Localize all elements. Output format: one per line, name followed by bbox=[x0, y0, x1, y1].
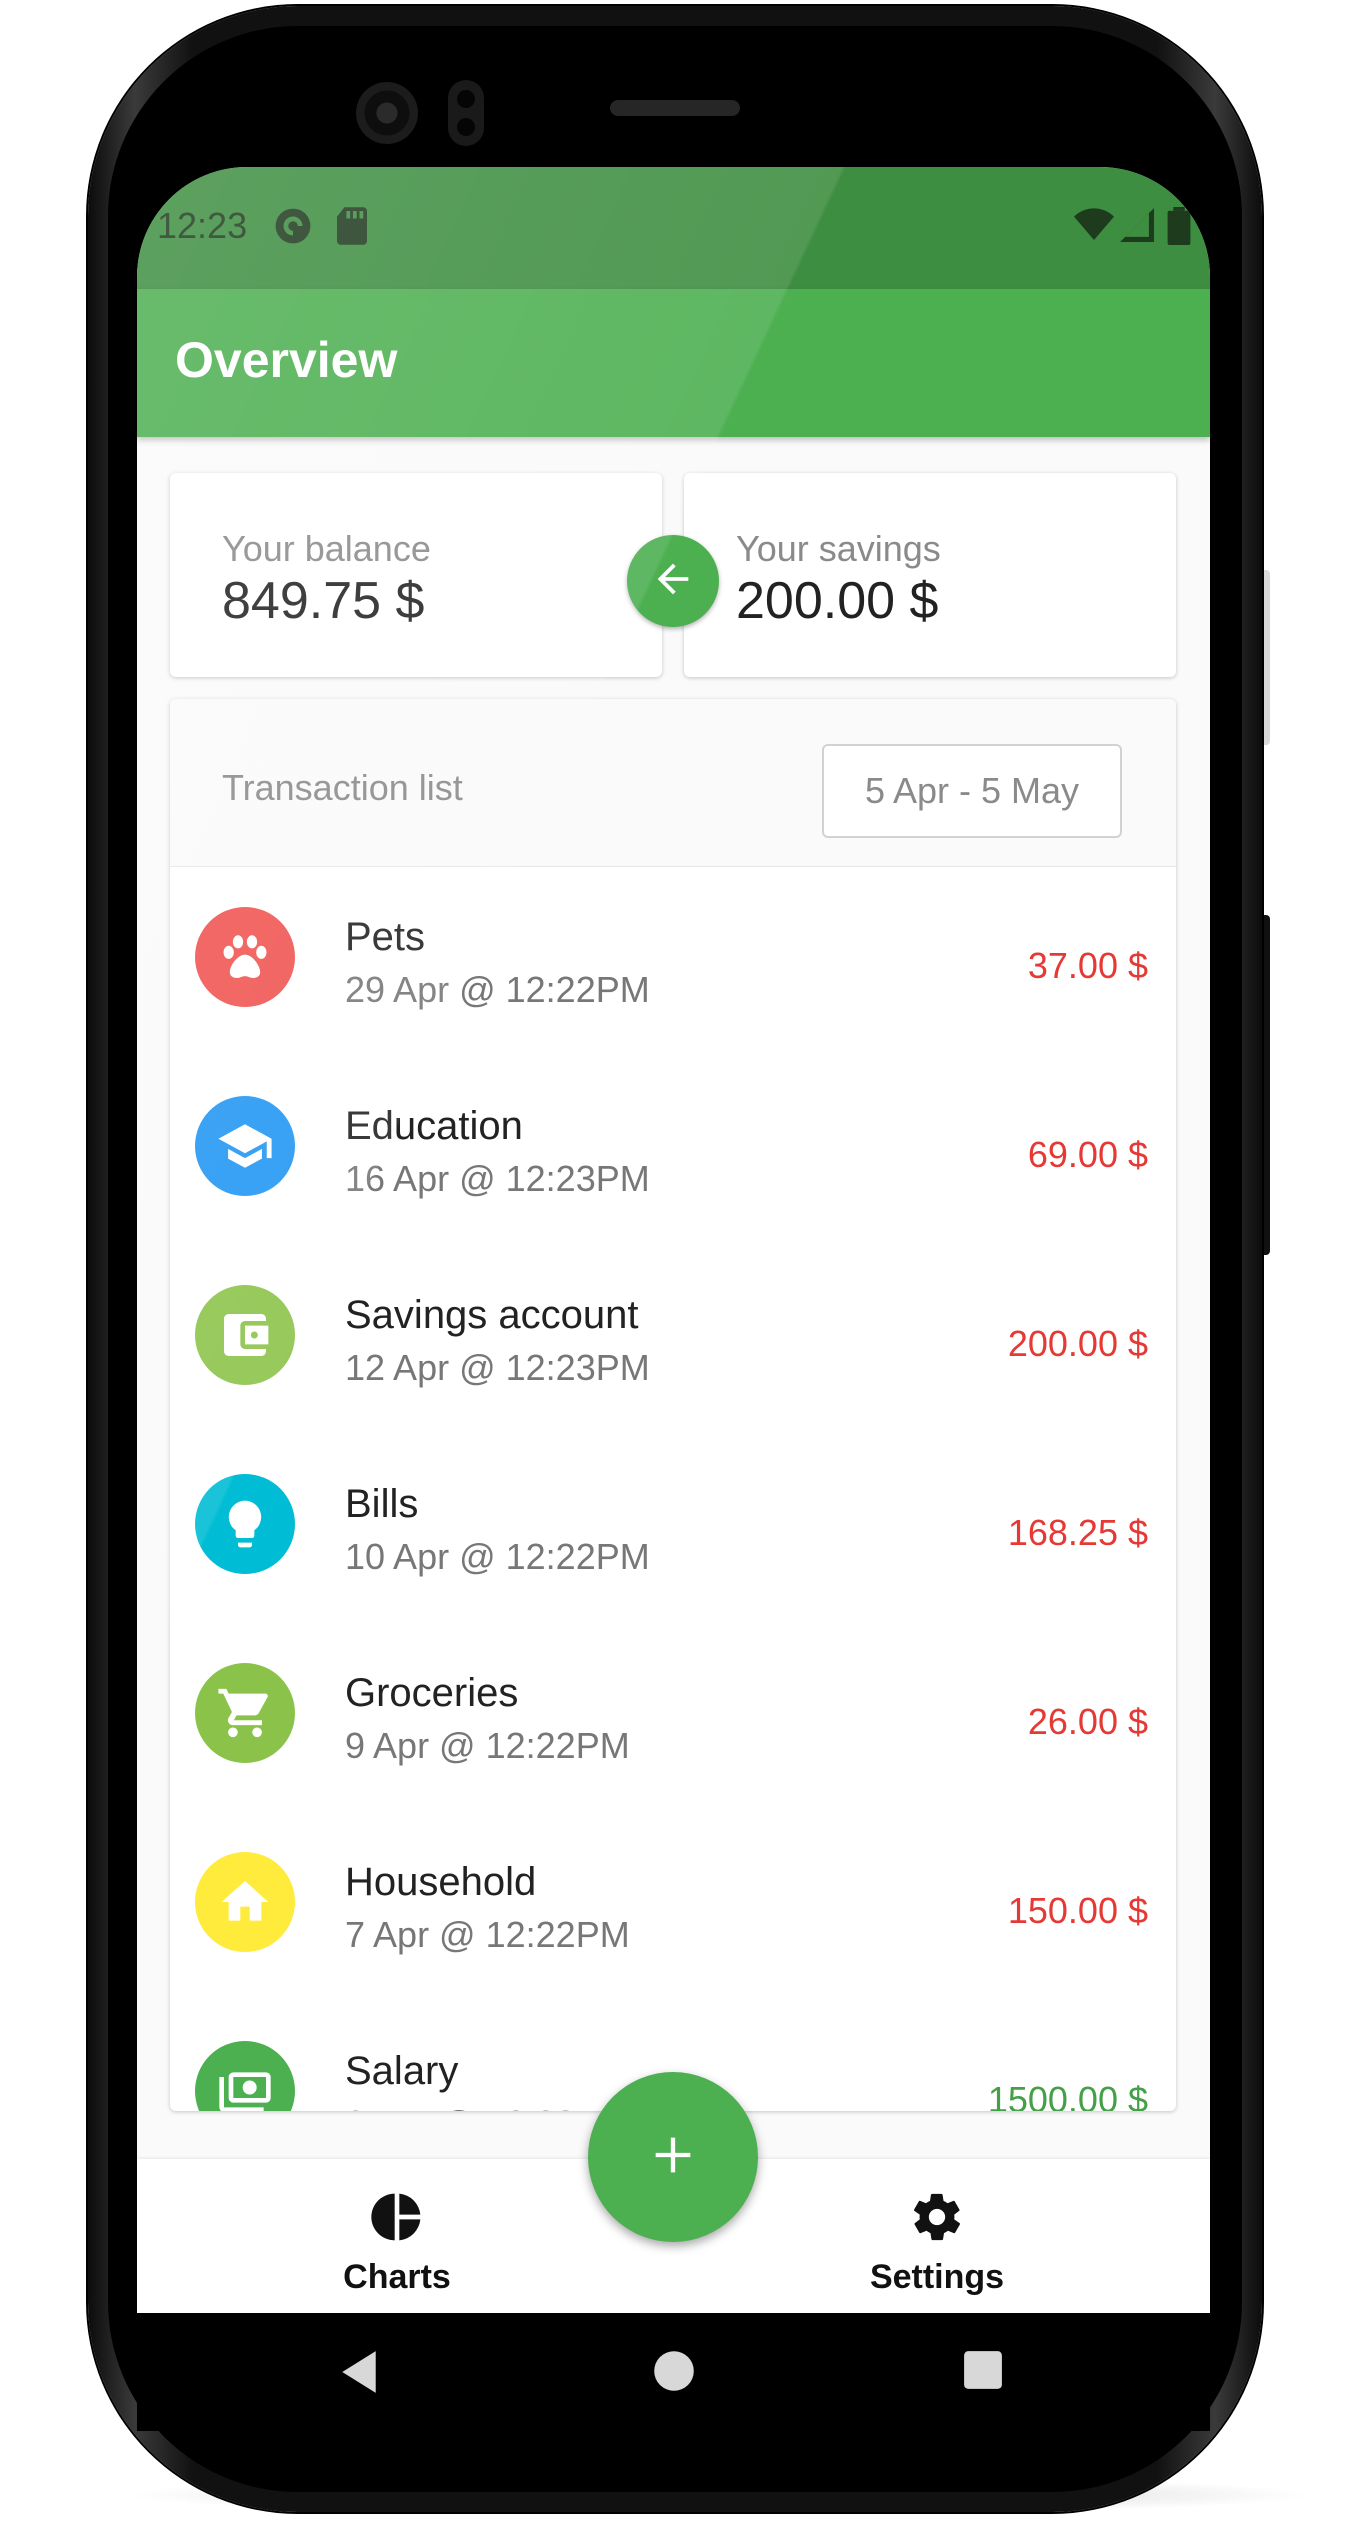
transaction-row-household[interactable]: Household 7 Apr @ 12:22PM 150.00 $ bbox=[170, 1812, 1176, 2001]
back-icon[interactable] bbox=[337, 2349, 381, 2400]
transaction-name: Education bbox=[345, 1104, 523, 1148]
transaction-amount: 1500.00 $ bbox=[987, 2079, 1148, 2111]
cart-icon bbox=[195, 1663, 295, 1763]
page-title: Overview bbox=[175, 332, 398, 388]
transaction-name: Household bbox=[345, 1860, 537, 1904]
add-transaction-button[interactable] bbox=[588, 2072, 758, 2242]
transaction-amount: 200.00 $ bbox=[1007, 1323, 1148, 1364]
app-screen: 12:23 Overview Your balance 849.75 $ You… bbox=[137, 167, 1210, 2313]
signal-icon bbox=[1120, 207, 1154, 248]
transaction-amount: 150.00 $ bbox=[1007, 1890, 1148, 1931]
home-icon bbox=[195, 1852, 295, 1952]
transaction-name: Bills bbox=[345, 1482, 419, 1526]
balance-label: Your balance bbox=[222, 528, 431, 569]
transaction-name: Groceries bbox=[345, 1671, 519, 1715]
proximity-sensor bbox=[448, 80, 484, 146]
app-bar: Overview bbox=[137, 289, 1210, 437]
pie-chart-icon bbox=[369, 2189, 425, 2250]
plus-icon bbox=[647, 2129, 699, 2186]
transaction-list-header: Transaction list 5 Apr - 5 May bbox=[170, 699, 1176, 867]
earpiece-speaker bbox=[610, 100, 740, 116]
transaction-row-pets[interactable]: Pets 29 Apr @ 12:22PM 37.00 $ bbox=[170, 867, 1176, 1056]
graduation-cap-icon bbox=[195, 1096, 295, 1196]
nav-charts[interactable]: Charts bbox=[297, 2189, 497, 2297]
system-navigation-bar bbox=[137, 2313, 1210, 2431]
overview-content: Your balance 849.75 $ Your savings 200.0… bbox=[137, 437, 1210, 2111]
transaction-name: Pets bbox=[345, 915, 426, 959]
paw-icon bbox=[195, 907, 295, 1007]
transaction-list-card: Transaction list 5 Apr - 5 May Pets 29 A… bbox=[170, 699, 1176, 2111]
transfer-savings-button[interactable] bbox=[627, 535, 719, 627]
transaction-date: 16 Apr @ 12:23PM bbox=[345, 1158, 650, 1199]
pocket-casts-icon bbox=[274, 207, 312, 250]
date-range-button[interactable]: 5 Apr - 5 May bbox=[822, 744, 1122, 838]
savings-label: Your savings bbox=[736, 528, 941, 569]
battery-icon bbox=[1167, 207, 1191, 250]
gear-icon bbox=[909, 2189, 965, 2250]
transaction-amount: 37.00 $ bbox=[1027, 945, 1148, 986]
transaction-row-groceries[interactable]: Groceries 9 Apr @ 12:22PM 26.00 $ bbox=[170, 1623, 1176, 1812]
cash-icon bbox=[195, 2041, 295, 2111]
nav-charts-label: Charts bbox=[343, 2258, 451, 2296]
transaction-date: 12 Apr @ 12:23PM bbox=[345, 1347, 650, 1388]
transaction-amount: 26.00 $ bbox=[1027, 1701, 1148, 1742]
transaction-name: Salary bbox=[345, 2049, 459, 2093]
lightbulb-icon bbox=[195, 1474, 295, 1574]
wallet-icon bbox=[195, 1285, 295, 1385]
transaction-date: 9 Apr @ 12:22PM bbox=[345, 1725, 630, 1766]
savings-value: 200.00 $ bbox=[736, 572, 939, 630]
transaction-amount: 168.25 $ bbox=[1007, 1512, 1148, 1553]
transaction-date: 6 Apr @ 12:23PM bbox=[345, 2103, 630, 2111]
front-camera bbox=[356, 82, 418, 144]
transaction-row-savings-account[interactable]: Savings account 12 Apr @ 12:23PM 200.00 … bbox=[170, 1245, 1176, 1434]
transaction-row-education[interactable]: Education 16 Apr @ 12:23PM 69.00 $ bbox=[170, 1056, 1176, 1245]
transaction-date: 29 Apr @ 12:22PM bbox=[345, 969, 650, 1010]
home-button-icon[interactable] bbox=[652, 2349, 696, 2398]
arrow-left-icon bbox=[650, 556, 696, 607]
wifi-icon bbox=[1074, 207, 1114, 248]
status-time: 12:23 bbox=[157, 205, 248, 246]
transaction-list: Pets 29 Apr @ 12:22PM 37.00 $ Education … bbox=[170, 867, 1176, 2111]
balance-value: 849.75 $ bbox=[222, 572, 425, 630]
recents-icon[interactable] bbox=[962, 2349, 1004, 2396]
transaction-amount: 69.00 $ bbox=[1027, 1134, 1148, 1175]
sd-card-icon bbox=[337, 207, 367, 250]
transaction-list-title: Transaction list bbox=[222, 767, 463, 808]
nav-settings[interactable]: Settings bbox=[837, 2189, 1037, 2297]
transaction-row-bills[interactable]: Bills 10 Apr @ 12:22PM 168.25 $ bbox=[170, 1434, 1176, 1623]
status-bar: 12:23 bbox=[137, 167, 1210, 289]
transaction-name: Savings account bbox=[345, 1293, 639, 1337]
transaction-date: 10 Apr @ 12:22PM bbox=[345, 1536, 650, 1577]
nav-settings-label: Settings bbox=[869, 2258, 1005, 2296]
balance-card[interactable]: Your balance 849.75 $ bbox=[170, 473, 662, 677]
transaction-date: 7 Apr @ 12:22PM bbox=[345, 1914, 630, 1955]
savings-card[interactable]: Your savings 200.00 $ bbox=[684, 473, 1176, 677]
